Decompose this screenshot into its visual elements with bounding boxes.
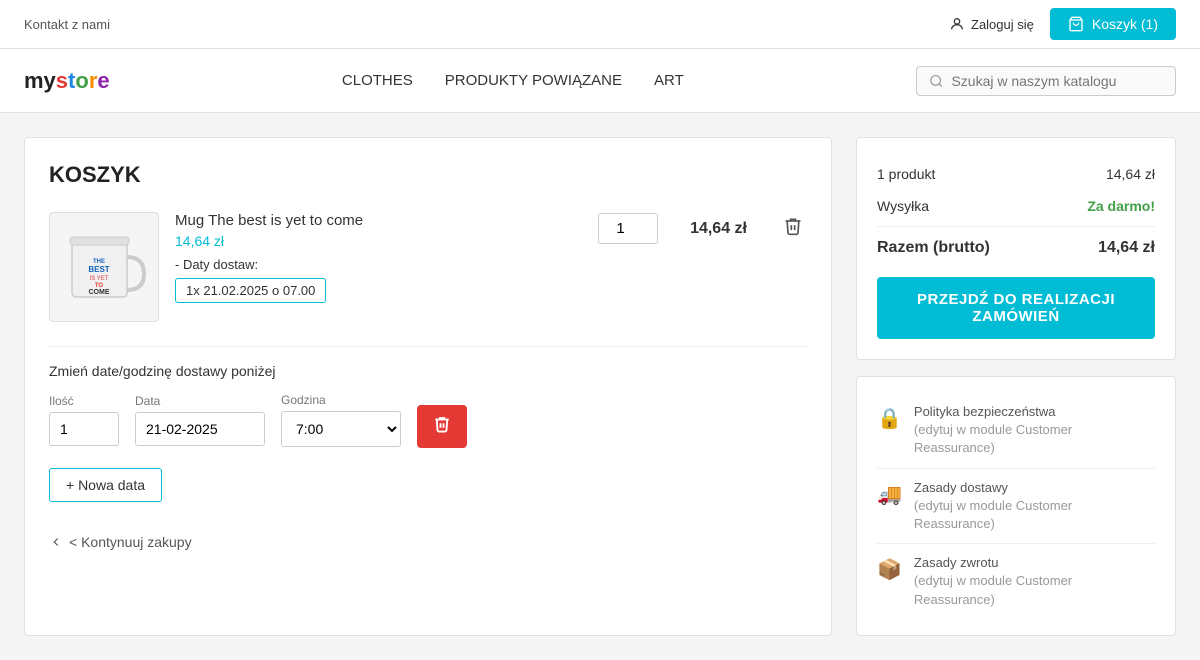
summary-product-label: 1 produkt <box>877 166 935 182</box>
contact-link[interactable]: Kontakt z nami <box>24 17 110 32</box>
chevron-left-icon <box>49 535 63 549</box>
cart-section: KOSZYK THE BEST IS YET <box>24 137 832 636</box>
delete-item-button[interactable] <box>779 212 807 245</box>
nav-clothes[interactable]: CLOTHES <box>342 72 413 89</box>
summary-product-row: 1 produkt 14,64 zł <box>877 158 1155 190</box>
delete-delivery-row-button[interactable] <box>417 405 467 448</box>
search-icon <box>929 73 943 89</box>
returns-text: Zasady zwrotu(edytuj w module Customer R… <box>914 554 1155 609</box>
delivery-policy-text: Zasady dostawy(edytuj w module Customer … <box>914 479 1155 534</box>
qty-field-label: Ilość <box>49 394 119 408</box>
logo-o: o <box>75 68 88 94</box>
nav-produkty[interactable]: PRODUKTY POWIĄZANE <box>445 72 622 89</box>
mug-illustration: THE BEST IS YET TO COME <box>54 217 154 317</box>
time-field-group: Godzina 7:00 8:00 9:00 10:00 <box>281 393 401 447</box>
item-controls: 14,64 zł <box>598 212 807 245</box>
trash-icon <box>783 216 803 236</box>
checkout-button[interactable]: PRZEJDŹ DO REALIZACJI ZAMÓWIEŃ <box>877 277 1155 339</box>
summary-shipping-label: Wysyłka <box>877 198 929 214</box>
summary-box: 1 produkt 14,64 zł Wysyłka Za darmo! Raz… <box>856 137 1176 360</box>
product-details: Mug The best is yet to come 14,64 zł - D… <box>175 212 582 303</box>
cart-title: KOSZYK <box>49 162 807 188</box>
reassurance-returns: 📦 Zasady zwrotu(edytuj w module Customer… <box>877 544 1155 619</box>
svg-text:IS YET: IS YET <box>89 276 108 282</box>
main-nav: CLOTHES PRODUKTY POWIĄZANE ART <box>342 72 684 89</box>
logo-s: s <box>56 68 68 94</box>
qty-field-group: Ilość <box>49 394 119 446</box>
security-icon: 🔒 <box>877 405 902 433</box>
search-box <box>916 66 1176 96</box>
continue-shopping-link[interactable]: < Kontynuuj zakupy <box>49 526 807 558</box>
reassurance-box: 🔒 Polityka bezpieczeństwa(edytuj w modul… <box>856 376 1176 636</box>
search-input[interactable] <box>951 73 1163 89</box>
returns-icon: 📦 <box>877 556 902 584</box>
topbar-right: Zaloguj się Koszyk (1) <box>949 8 1176 40</box>
topbar: Kontakt z nami Zaloguj się Koszyk (1) <box>0 0 1200 49</box>
header: my store CLOTHES PRODUKTY POWIĄZANE ART <box>0 49 1200 113</box>
summary-total-row: Razem (brutto) 14,64 zł <box>877 226 1155 265</box>
svg-text:BEST: BEST <box>88 265 109 274</box>
summary-total-value: 14,64 zł <box>1098 239 1155 257</box>
logo-t: t <box>68 68 75 94</box>
delivery-fields: Ilość Data Godzina 7:00 8:00 9:00 10:00 <box>49 391 807 448</box>
summary-total-label: Razem (brutto) <box>877 239 990 257</box>
login-link[interactable]: Zaloguj się <box>949 16 1034 32</box>
delivery-change-title: Zmień date/godzinę dostawy poniżej <box>49 363 807 379</box>
logo-r: r <box>89 68 98 94</box>
delivery-date-tag: 1x 21.02.2025 o 07.00 <box>175 278 326 303</box>
nav-art[interactable]: ART <box>654 72 684 89</box>
product-image: THE BEST IS YET TO COME <box>49 212 159 322</box>
trash-icon-red <box>433 415 451 433</box>
delivery-label: - Daty dostaw: <box>175 257 582 272</box>
summary-shipping-value: Za darmo! <box>1087 198 1155 214</box>
mug-svg: THE BEST IS YET TO COME <box>62 222 147 312</box>
main-content: KOSZYK THE BEST IS YET <box>0 113 1200 660</box>
summary-sidebar: 1 produkt 14,64 zł Wysyłka Za darmo! Raz… <box>856 137 1176 636</box>
new-date-button[interactable]: + Nowa data <box>49 468 162 502</box>
product-name: Mug The best is yet to come <box>175 212 582 229</box>
logo-e: e <box>97 68 109 94</box>
delivery-icon: 🚚 <box>877 481 902 509</box>
item-total: 14,64 zł <box>690 220 747 238</box>
date-field-group: Data <box>135 394 265 446</box>
security-text: Polityka bezpieczeństwa(edytuj w module … <box>914 403 1155 458</box>
summary-product-value: 14,64 zł <box>1106 166 1155 182</box>
reassurance-delivery: 🚚 Zasady dostawy(edytuj w module Custome… <box>877 469 1155 545</box>
reassurance-security: 🔒 Polityka bezpieczeństwa(edytuj w modul… <box>877 393 1155 469</box>
logo[interactable]: my store <box>24 68 110 94</box>
delivery-date-input[interactable] <box>135 412 265 446</box>
svg-text:COME: COME <box>88 289 109 296</box>
summary-shipping-row: Wysyłka Za darmo! <box>877 190 1155 222</box>
delivery-time-select[interactable]: 7:00 8:00 9:00 10:00 <box>281 411 401 447</box>
time-field-label: Godzina <box>281 393 401 407</box>
cart-button[interactable]: Koszyk (1) <box>1050 8 1176 40</box>
logo-my: my <box>24 68 56 94</box>
delivery-qty-input[interactable] <box>49 412 119 446</box>
cart-icon <box>1068 16 1084 32</box>
person-icon <box>949 16 965 32</box>
date-field-label: Data <box>135 394 265 408</box>
cart-item: THE BEST IS YET TO COME Mug The best is … <box>49 212 807 347</box>
product-price: 14,64 zł <box>175 233 582 249</box>
delivery-change: Zmień date/godzinę dostawy poniżej Ilość… <box>49 363 807 448</box>
item-qty-input[interactable] <box>598 213 658 244</box>
